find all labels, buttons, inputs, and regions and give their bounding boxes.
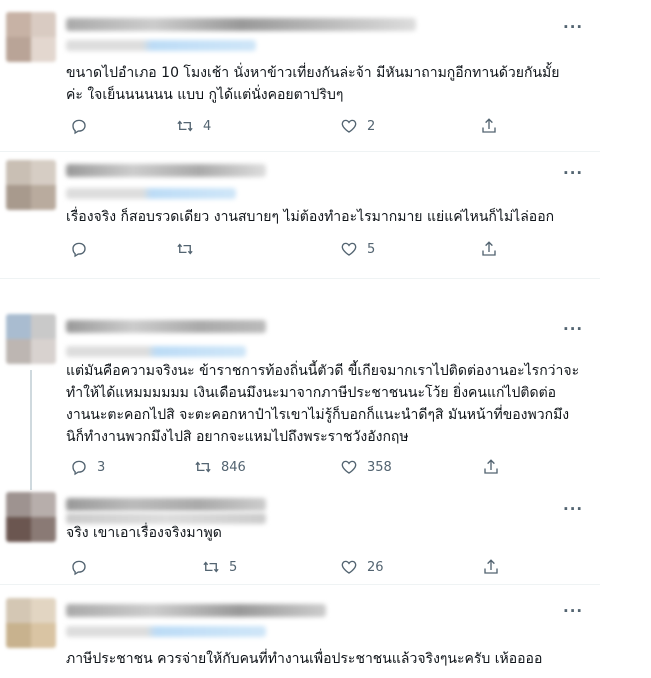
tweet-1[interactable]: ··· ขนาดไปอำเภอ 10 โมงเช้า นั่งหาข้าวเที… <box>0 0 600 158</box>
tweet-text: ภาษีประชาชน ควรจ่ายให้กับคนที่ทำงานเพื่อ… <box>66 651 543 667</box>
share-icon <box>482 118 496 133</box>
retweet-button[interactable]: 5 <box>202 556 237 578</box>
retweet-count: 4 <box>203 118 212 134</box>
author-name-redacted[interactable] <box>66 18 416 31</box>
share-button[interactable] <box>480 238 498 260</box>
author-name-redacted[interactable] <box>66 604 326 617</box>
author-name-redacted[interactable] <box>66 498 266 511</box>
more-options-icon[interactable]: ··· <box>563 320 583 338</box>
more-options-icon[interactable]: ··· <box>563 500 583 518</box>
tweet-text: แต่มันคือความจริงนะ ข้าราชการท้องถิ่นนี้… <box>66 363 580 445</box>
tweet-actions: 5 <box>66 238 506 260</box>
retweet-icon <box>177 120 193 132</box>
like-count: 358 <box>367 459 392 475</box>
tweet-3[interactable]: ··· แต่มันคือความจริงนะ ข้าราชการท้องถิ่… <box>0 308 600 490</box>
tweet-text: ขนาดไปอำเภอ 10 โมงเช้า นั่งหาข้าวเที่ยงก… <box>66 65 560 103</box>
avatar[interactable] <box>6 492 56 542</box>
more-options-icon[interactable]: ··· <box>563 18 583 36</box>
heart-icon <box>341 119 357 133</box>
tweet-text: จริง เขาเอาเรื่องจริงมาพูด <box>66 525 222 541</box>
reply-icon <box>72 242 86 258</box>
reply-icon <box>72 119 86 135</box>
retweet-count: 846 <box>221 459 246 475</box>
tweet-text: เรื่องจริง ก็สอบรวดเดียว งานสบายๆ ไม่ต้อ… <box>66 209 555 225</box>
retweet-icon <box>203 561 219 573</box>
author-handle-redacted[interactable] <box>66 188 236 199</box>
like-button[interactable]: 2 <box>340 115 375 137</box>
retweet-button[interactable]: 846 <box>194 456 246 478</box>
like-button[interactable]: 5 <box>340 238 375 260</box>
tweet-actions: 4 2 <box>66 115 506 137</box>
author-name-redacted[interactable] <box>66 320 266 333</box>
avatar[interactable] <box>6 314 56 364</box>
reply-icon <box>72 560 86 576</box>
more-options-icon[interactable]: ··· <box>563 164 583 182</box>
author-handle-redacted[interactable] <box>66 626 266 637</box>
more-options-icon[interactable]: ··· <box>563 602 583 620</box>
avatar[interactable] <box>6 160 56 210</box>
like-button[interactable]: 26 <box>340 556 384 578</box>
tweet-4[interactable]: ··· จริง เขาเอาเรื่องจริงมาพูด 5 26 <box>0 488 600 588</box>
reply-count: 3 <box>97 459 106 475</box>
like-count: 2 <box>367 118 376 134</box>
reply-button[interactable]: 3 <box>70 456 105 478</box>
like-count: 5 <box>367 241 376 257</box>
share-icon <box>484 459 498 474</box>
heart-icon <box>341 560 357 574</box>
retweet-icon <box>177 243 193 255</box>
avatar[interactable] <box>6 12 56 62</box>
like-count: 26 <box>367 559 384 575</box>
divider <box>0 278 600 279</box>
thread-connector <box>30 370 32 490</box>
retweet-icon <box>195 461 211 473</box>
retweet-button[interactable] <box>176 238 203 260</box>
like-button[interactable]: 358 <box>340 456 392 478</box>
avatar[interactable] <box>6 598 56 648</box>
heart-icon <box>341 242 357 256</box>
author-handle-redacted[interactable] <box>66 40 256 51</box>
tweet-actions: 3 846 358 <box>66 456 506 478</box>
author-handle-redacted[interactable] <box>66 346 246 357</box>
heart-icon <box>341 460 357 474</box>
retweet-count: 5 <box>229 559 238 575</box>
tweet-actions: 5 26 <box>66 556 506 578</box>
share-button[interactable] <box>482 556 500 578</box>
share-button[interactable] <box>482 456 500 478</box>
tweet-5[interactable]: ··· ภาษีประชาชน ควรจ่ายให้กับคนที่ทำงานเ… <box>0 590 600 678</box>
author-name-redacted[interactable] <box>66 164 266 177</box>
tweet-2[interactable]: ··· เรื่องจริง ก็สอบรวดเดียว งานสบายๆ ไม… <box>0 152 600 282</box>
divider <box>0 584 600 585</box>
reply-icon <box>72 460 86 476</box>
share-icon <box>484 559 498 574</box>
reply-button[interactable] <box>70 556 97 578</box>
retweet-button[interactable]: 4 <box>176 115 211 137</box>
share-icon <box>482 241 496 256</box>
reply-button[interactable] <box>70 238 97 260</box>
share-button[interactable] <box>480 115 498 137</box>
reply-button[interactable] <box>70 115 97 137</box>
